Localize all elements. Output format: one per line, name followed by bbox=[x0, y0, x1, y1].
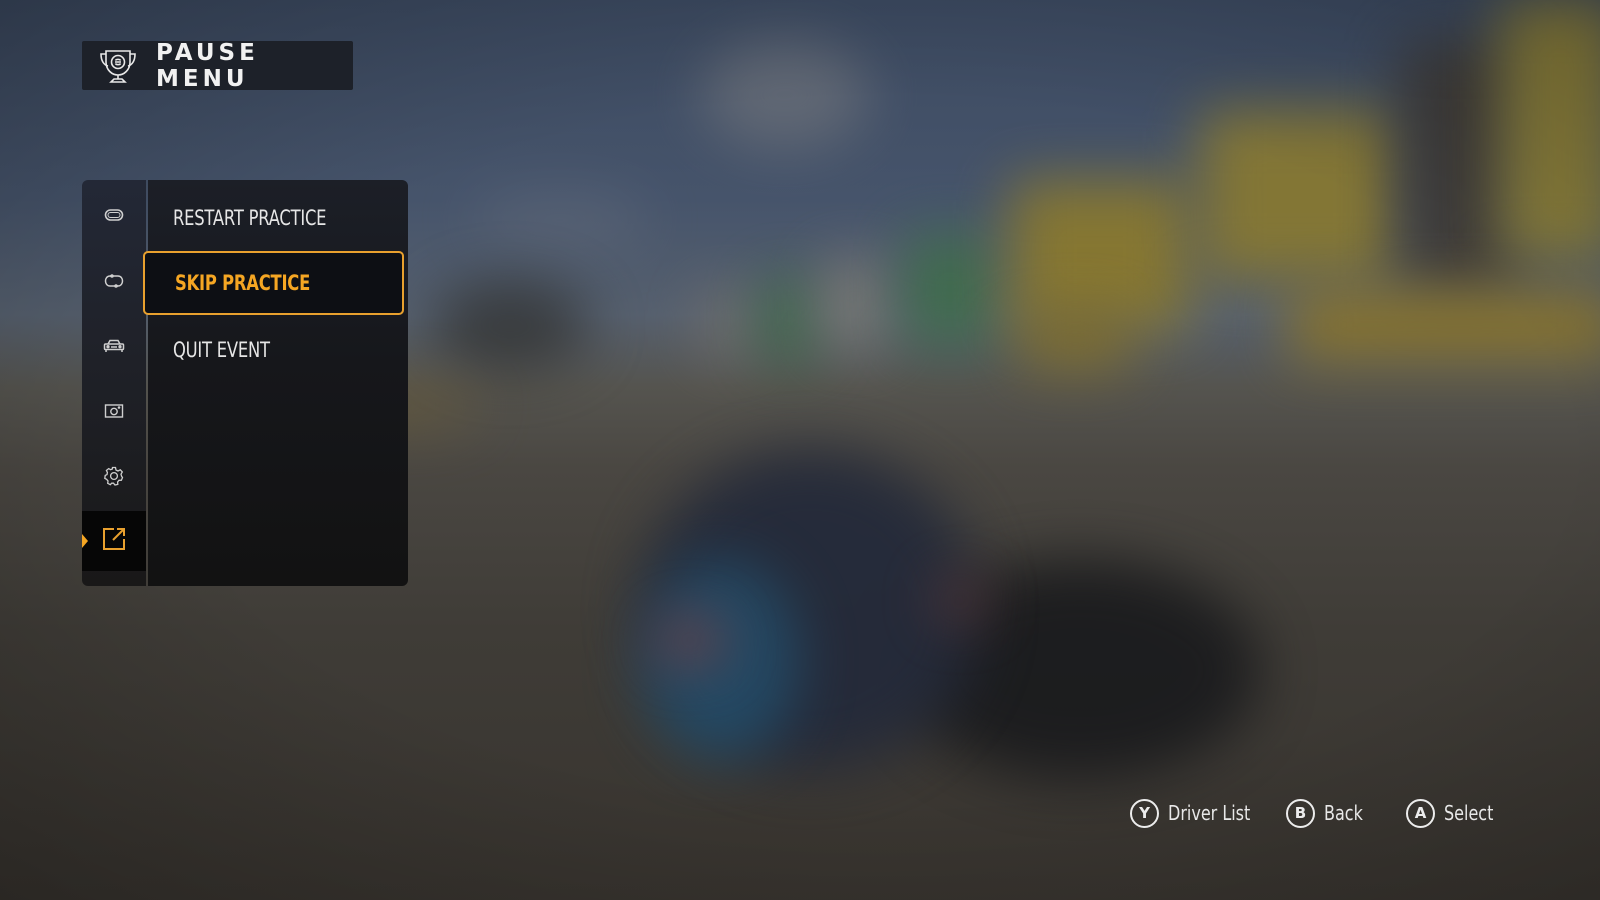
y-button-icon: Y bbox=[1130, 798, 1159, 828]
menu-item-label: SKIP PRACTICE bbox=[175, 271, 311, 295]
rail-item-restart[interactable] bbox=[82, 253, 146, 313]
a-button-icon: A bbox=[1406, 798, 1435, 828]
rail-item-car[interactable] bbox=[82, 318, 146, 378]
menu-item-skip-practice[interactable]: SKIP PRACTICE bbox=[143, 251, 404, 315]
menu-item-label: QUIT EVENT bbox=[173, 338, 270, 362]
prompt-back[interactable]: B Back bbox=[1286, 798, 1370, 828]
prompt-select[interactable]: A Select bbox=[1406, 798, 1494, 828]
b-button-icon: B bbox=[1286, 798, 1315, 828]
exit-icon bbox=[101, 526, 127, 557]
camera-icon bbox=[104, 403, 124, 424]
rail-item-replay-camera[interactable] bbox=[82, 383, 146, 443]
rail-item-exit[interactable] bbox=[82, 511, 146, 571]
prompt-label: Driver List bbox=[1168, 801, 1251, 825]
rail-item-settings[interactable] bbox=[82, 448, 146, 508]
trophy-icon bbox=[98, 47, 138, 85]
rail-item-track[interactable] bbox=[82, 187, 146, 247]
track-oval-icon bbox=[104, 208, 124, 227]
menu-item-restart-practice[interactable]: RESTART PRACTICE bbox=[143, 186, 404, 250]
menu-item-quit-event[interactable]: QUIT EVENT bbox=[143, 318, 404, 382]
prompt-driver-list[interactable]: Y Driver List bbox=[1130, 798, 1251, 828]
active-indicator-arrow bbox=[82, 534, 88, 548]
menu-panel: RESTART PRACTICE SKIP PRACTICE QUIT EVEN… bbox=[143, 180, 408, 586]
menu-item-label: RESTART PRACTICE bbox=[173, 206, 327, 230]
restart-loop-icon bbox=[104, 273, 124, 294]
prompt-label: Select bbox=[1444, 801, 1494, 825]
button-prompts: Y Driver List B Back A Select bbox=[1130, 796, 1494, 830]
page-title: PAUSE MENU bbox=[156, 39, 259, 92]
category-rail bbox=[82, 180, 146, 586]
pause-menu-header: PAUSE MENU bbox=[82, 39, 353, 92]
prompt-label: Back bbox=[1324, 801, 1363, 825]
gear-icon bbox=[104, 466, 124, 491]
car-icon bbox=[103, 339, 125, 358]
